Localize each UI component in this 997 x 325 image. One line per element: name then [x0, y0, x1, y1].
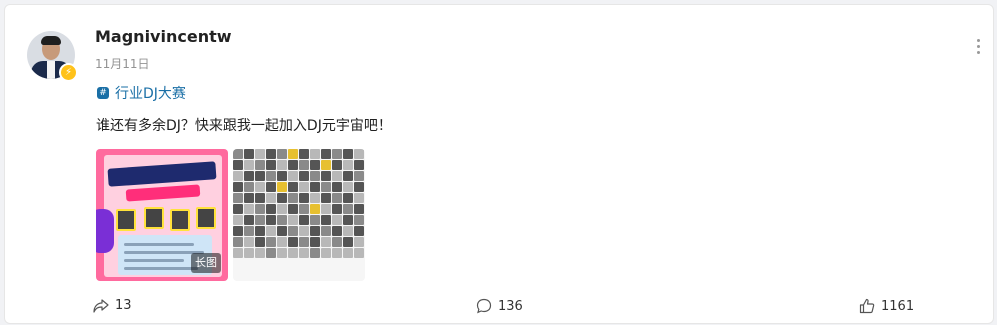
comment-count: 136	[498, 298, 523, 314]
post-image-grid[interactable]	[233, 149, 365, 281]
poster-text-line	[124, 243, 194, 246]
avatar-grid	[233, 149, 365, 258]
poster-text-line	[124, 259, 184, 262]
post-date[interactable]: 11月11日	[95, 55, 150, 72]
poster-photo	[144, 207, 164, 229]
comment-button[interactable]: 136	[476, 298, 523, 314]
share-count: 13	[115, 298, 132, 313]
guitar-graphic	[96, 209, 114, 253]
thumbs-up-icon	[859, 298, 875, 314]
topic-label: 行业DJ大赛	[115, 86, 186, 102]
post-text: 谁还有多余DJ？快来跟我一起加入DJ元宇宙吧！	[96, 118, 392, 134]
like-button[interactable]: 1161	[859, 298, 914, 314]
comment-icon	[476, 298, 492, 314]
poster-photo	[196, 207, 216, 229]
share-button[interactable]: 13	[93, 298, 132, 313]
topic-icon: #	[97, 87, 109, 99]
more-vertical-icon[interactable]	[976, 39, 982, 57]
topic-link[interactable]: # 行业DJ大赛	[97, 83, 186, 103]
poster-text-line	[124, 267, 198, 270]
poster-photo	[170, 209, 190, 231]
long-image-badge: 长图	[191, 253, 221, 273]
share-icon	[93, 298, 109, 313]
post-card: ⚡ Magnivincentw 11月11日 # 行业DJ大赛 谁还有多余DJ？…	[4, 4, 994, 324]
like-count: 1161	[881, 298, 915, 314]
avatar-shirt	[47, 61, 55, 79]
verified-badge-icon: ⚡	[59, 63, 78, 82]
avatar-hair	[41, 36, 61, 45]
poster-photo	[116, 209, 136, 231]
author-name[interactable]: Magnivincentw	[95, 27, 232, 46]
